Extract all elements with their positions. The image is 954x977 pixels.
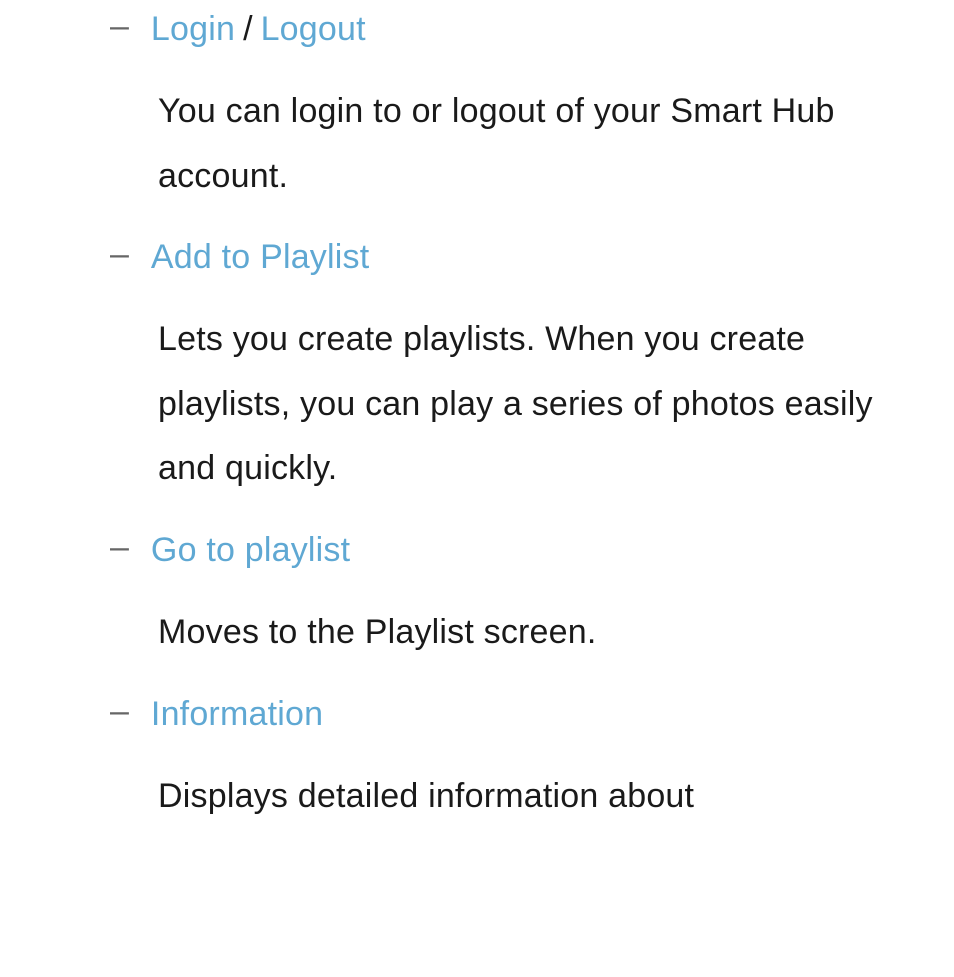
bullet-dash: – [110,528,127,567]
link-add-to-playlist[interactable]: Add to Playlist [151,238,369,277]
link-login[interactable]: Login [151,10,235,49]
link-logout[interactable]: Logout [261,10,366,49]
item-header: – Go to playlist [0,531,954,570]
list-item: – Go to playlist Moves to the Playlist s… [0,531,954,685]
list-item: – Login / Logout You can login to or log… [0,10,954,228]
item-description: Lets you create playlists. When you crea… [0,277,954,521]
link-information[interactable]: Information [151,695,323,734]
bullet-dash: – [110,7,127,46]
item-description: You can login to or logout of your Smart… [0,49,954,228]
item-description: Moves to the Playlist screen. [0,570,954,685]
item-header: – Information [0,695,954,734]
list-item: – Information Displays detailed informat… [0,695,954,849]
document-content: – Login / Logout You can login to or log… [0,0,954,848]
list-item: – Add to Playlist Lets you create playli… [0,238,954,521]
item-header: – Login / Logout [0,10,954,49]
bullet-dash: – [110,692,127,731]
item-header: – Add to Playlist [0,238,954,277]
link-go-to-playlist[interactable]: Go to playlist [151,531,350,570]
separator: / [243,10,252,49]
item-description: Displays detailed information about [0,734,954,849]
bullet-dash: – [110,235,127,274]
